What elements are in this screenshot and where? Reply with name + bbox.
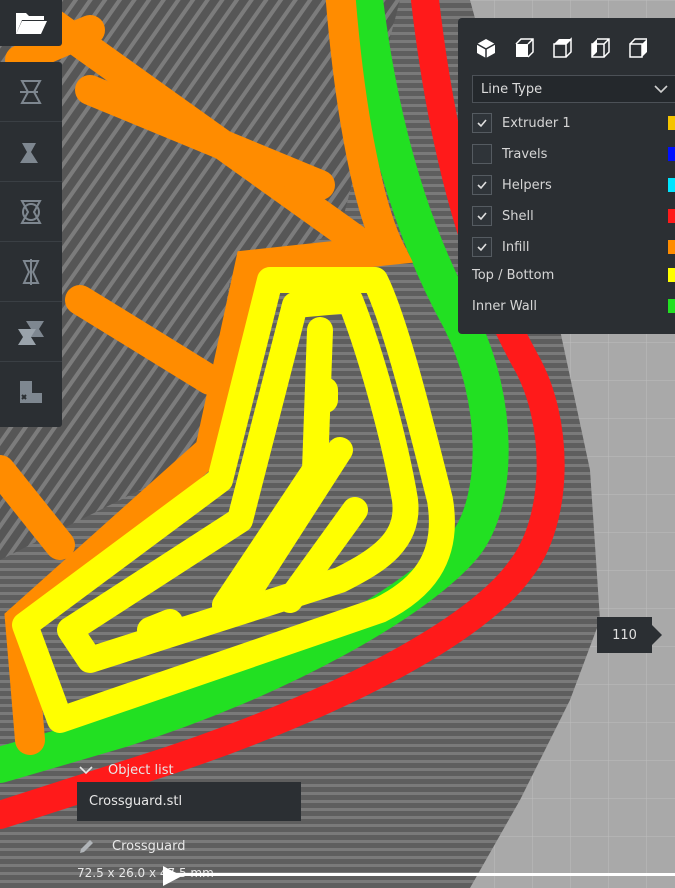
scale-icon bbox=[20, 142, 38, 163]
legend-label: Inner Wall bbox=[472, 298, 537, 314]
legend-item-infill[interactable]: Infill bbox=[472, 236, 675, 258]
legend-item-inner-wall: Inner Wall bbox=[472, 295, 675, 317]
legend-swatch bbox=[668, 209, 675, 223]
layer-slider-handle[interactable]: 110 bbox=[597, 617, 662, 653]
legend-item-travels[interactable]: Travels bbox=[472, 143, 675, 165]
object-file-name: Crossguard.stl bbox=[89, 794, 183, 809]
legend-swatch bbox=[668, 299, 675, 313]
legend-swatch bbox=[668, 116, 675, 130]
legend-swatch bbox=[668, 268, 675, 282]
color-scheme-dropdown[interactable]: Line Type bbox=[472, 75, 675, 103]
legend-item-shell[interactable]: Shell bbox=[472, 205, 675, 227]
layer-number: 110 bbox=[612, 627, 637, 643]
per-model-settings-icon bbox=[18, 320, 44, 345]
color-scheme-value: Line Type bbox=[481, 81, 543, 97]
chevron-down-icon bbox=[654, 85, 668, 94]
legend-label: Shell bbox=[502, 208, 534, 224]
front-view-button[interactable] bbox=[510, 36, 538, 60]
legend-label: Extruder 1 bbox=[502, 115, 571, 131]
legend-label: Helpers bbox=[502, 177, 552, 193]
legend-item-extruder-1[interactable]: Extruder 1 bbox=[472, 112, 675, 134]
check-icon bbox=[477, 119, 487, 128]
legend-label: Infill bbox=[502, 239, 530, 255]
support-blocker-icon bbox=[20, 380, 42, 403]
top-view-button[interactable] bbox=[548, 36, 576, 60]
play-icon[interactable] bbox=[160, 865, 184, 887]
3d-view-icon bbox=[476, 39, 496, 58]
legend-item-top-bottom: Top / Bottom bbox=[472, 264, 675, 286]
object-list-toggle[interactable]: Object list bbox=[78, 760, 174, 780]
legend-item-helpers[interactable]: Helpers bbox=[472, 174, 675, 196]
shell-checkbox[interactable] bbox=[472, 206, 492, 226]
front-view-icon bbox=[515, 38, 534, 58]
color-scheme-panel: Line Type Extruder 1 Travels Helpers She… bbox=[458, 18, 675, 334]
legend-label: Travels bbox=[502, 146, 548, 162]
infill-checkbox[interactable] bbox=[472, 237, 492, 257]
folder-open-icon bbox=[16, 13, 47, 34]
object-name: Crossguard bbox=[112, 838, 186, 854]
pencil-icon bbox=[80, 840, 93, 853]
tool-bar bbox=[0, 62, 62, 427]
legend-label: Top / Bottom bbox=[472, 267, 555, 283]
support-blocker-tool-button[interactable] bbox=[0, 362, 62, 421]
view-orientation-buttons bbox=[472, 36, 652, 60]
mirror-tool-button[interactable] bbox=[0, 242, 62, 302]
legend-swatch bbox=[668, 147, 675, 161]
left-view-button[interactable] bbox=[586, 36, 614, 60]
object-list-item[interactable]: Crossguard.stl bbox=[77, 782, 301, 821]
move-tool-button[interactable] bbox=[0, 62, 62, 122]
open-file-button[interactable] bbox=[0, 0, 62, 46]
object-list-header: Object list bbox=[108, 762, 174, 778]
rotate-icon bbox=[20, 199, 42, 224]
object-name-field[interactable]: Crossguard bbox=[78, 836, 185, 856]
left-view-icon bbox=[591, 38, 610, 58]
move-icon bbox=[20, 79, 42, 104]
legend-swatch bbox=[668, 240, 675, 254]
right-view-icon bbox=[629, 38, 647, 58]
mirror-icon bbox=[22, 258, 40, 285]
right-view-button[interactable] bbox=[624, 36, 652, 60]
simulation-timeline[interactable] bbox=[172, 873, 675, 876]
legend-swatch bbox=[668, 178, 675, 192]
top-view-icon bbox=[553, 37, 572, 58]
per-model-settings-tool-button[interactable] bbox=[0, 302, 62, 362]
check-icon bbox=[477, 243, 487, 252]
check-icon bbox=[477, 212, 487, 221]
helpers-checkbox[interactable] bbox=[472, 175, 492, 195]
scale-tool-button[interactable] bbox=[0, 122, 62, 182]
rotate-tool-button[interactable] bbox=[0, 182, 62, 242]
check-icon bbox=[477, 181, 487, 190]
chevron-down-icon bbox=[79, 766, 93, 775]
extruder-1-checkbox[interactable] bbox=[472, 113, 492, 133]
travels-checkbox[interactable] bbox=[472, 144, 492, 164]
3d-view-button[interactable] bbox=[472, 36, 500, 60]
